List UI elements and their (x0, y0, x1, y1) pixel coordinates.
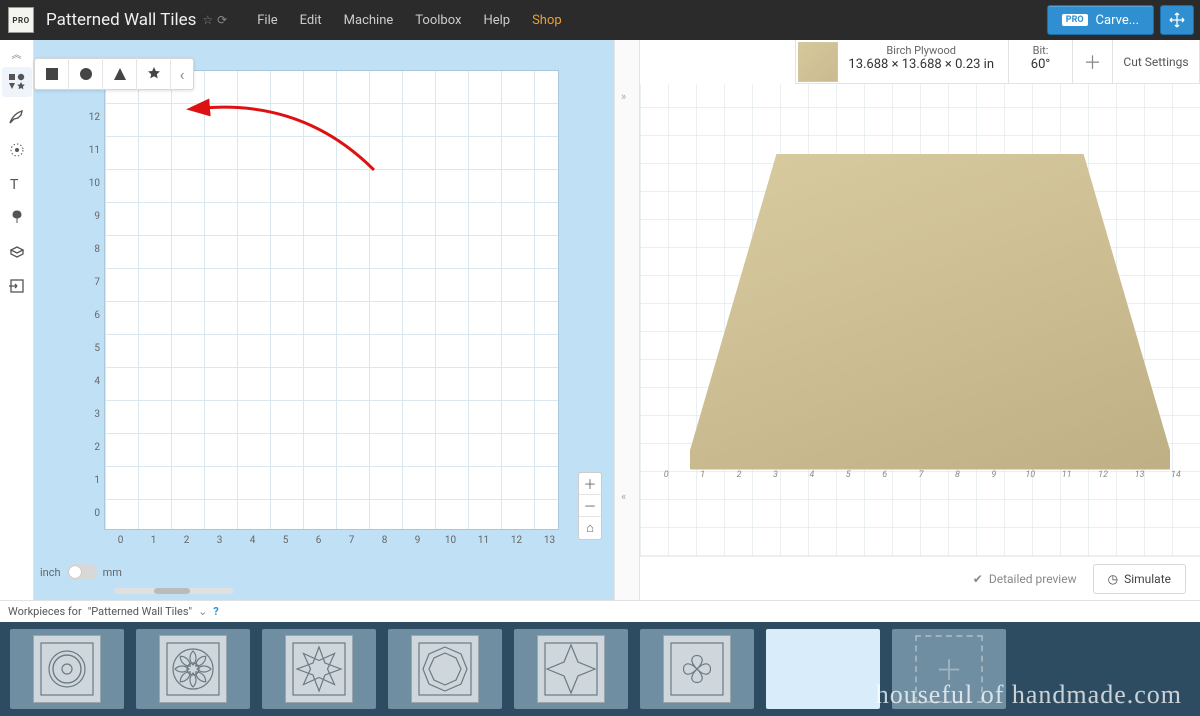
splitter-grip-top[interactable]: » (621, 90, 626, 103)
material-text[interactable]: Birch Plywood 13.688 × 13.688 × 0.23 in (840, 40, 1009, 83)
main-menus: File Edit Machine Toolbox Help Shop (257, 13, 561, 28)
shape-square[interactable] (35, 58, 69, 90)
collapse-rail-icon[interactable]: ︽ (0, 44, 33, 65)
shape-flyout-collapse[interactable]: ‹ (171, 65, 193, 84)
zoom-controls: ＋ － ⌂ (578, 472, 602, 540)
ruler-x: 012345678910111213 (104, 535, 574, 546)
simulate-button[interactable]: ◷ Simulate (1093, 564, 1186, 594)
bit-value: 60° (1009, 57, 1072, 72)
material-swatch[interactable] (798, 42, 838, 82)
bit-label: Bit: (1009, 44, 1072, 57)
work-area: ︽ T ‹ 0123456789101112 (0, 40, 1200, 600)
splitter-grip-bottom[interactable]: « (621, 490, 626, 503)
pen-tool[interactable] (2, 101, 32, 131)
zoom-home-button[interactable]: ⌂ (579, 517, 601, 539)
menu-machine[interactable]: Machine (344, 13, 394, 28)
preview-axis-x: 01234567891011121314 (648, 470, 1194, 486)
bit-info[interactable]: Bit: 60° (1009, 40, 1073, 83)
svg-text:T: T (10, 177, 19, 193)
zoom-out-button[interactable]: － (579, 495, 601, 517)
menu-shop[interactable]: Shop (532, 13, 562, 28)
unit-toggle-pill[interactable] (67, 564, 97, 580)
project-title[interactable]: Patterned Wall Tiles ☆ ⟳ (46, 10, 227, 30)
blocks-tool[interactable] (2, 237, 32, 267)
apps-tool[interactable] (2, 203, 32, 233)
menu-toolbox[interactable]: Toolbox (415, 13, 461, 28)
drill-tool[interactable] (2, 135, 32, 165)
pane-splitter[interactable]: » « (614, 40, 640, 600)
shape-triangle[interactable] (103, 58, 137, 90)
design-grid[interactable] (104, 70, 559, 530)
carve-button[interactable]: PRO Carve... (1047, 5, 1154, 35)
canvas-scrollbar[interactable] (114, 588, 234, 594)
top-menubar: PRO Patterned Wall Tiles ☆ ⟳ File Edit M… (0, 0, 1200, 40)
menu-edit[interactable]: Edit (300, 13, 322, 28)
workpiece-tile-6[interactable] (640, 629, 754, 709)
preview-pane: Birch Plywood 13.688 × 13.688 × 0.23 in … (640, 40, 1200, 600)
simulate-label: Simulate (1124, 572, 1171, 586)
sync-icon: ⟳ (217, 13, 227, 27)
menu-help[interactable]: Help (483, 13, 510, 28)
import-tool[interactable] (2, 271, 32, 301)
check-icon: ✔ (973, 572, 983, 586)
workpiece-tile-4[interactable] (388, 629, 502, 709)
preview-3d-viewport[interactable]: 01234567891011121314 (640, 84, 1200, 556)
material-slab (690, 154, 1170, 476)
unit-inch-label: inch (40, 566, 61, 579)
add-bit-button[interactable]: ＋ (1073, 40, 1113, 83)
pro-badge: PRO (1062, 14, 1088, 26)
workpiece-tile-2[interactable] (136, 629, 250, 709)
clock-icon: ◷ (1108, 572, 1118, 586)
material-info-strip: Birch Plywood 13.688 × 13.688 × 0.23 in … (795, 40, 1200, 84)
shapes-tool[interactable] (2, 67, 32, 97)
favorite-icon[interactable]: ☆ (202, 13, 213, 27)
workpiece-tile-1[interactable] (10, 629, 124, 709)
workpieces-prefix: Workpieces for (8, 605, 82, 618)
zoom-in-button[interactable]: ＋ (579, 473, 601, 495)
ruler-y: 012345678910111213 (82, 62, 100, 530)
menu-file[interactable]: File (257, 13, 277, 28)
material-dims: 13.688 × 13.688 × 0.23 in (848, 57, 994, 72)
watermark-text: houseful of handmade.com (876, 680, 1182, 710)
material-name: Birch Plywood (848, 44, 994, 57)
carve-label: Carve... (1096, 13, 1139, 28)
shape-star[interactable] (137, 58, 171, 90)
shape-circle[interactable] (69, 58, 103, 90)
app-logo[interactable]: PRO (8, 7, 34, 33)
help-icon[interactable]: ? (213, 605, 218, 618)
pan-button[interactable] (1160, 5, 1194, 35)
workpiece-tile-selected-blank[interactable] (766, 629, 880, 709)
chevron-down-icon[interactable]: ⌄ (198, 605, 207, 618)
workpieces-name: "Patterned Wall Tiles" (88, 605, 192, 618)
shape-flyout: ‹ (34, 58, 194, 90)
preview-footer: ✔ Detailed preview ◷ Simulate (640, 556, 1200, 600)
unit-mm-label: mm (103, 566, 122, 579)
workpieces-header[interactable]: Workpieces for "Patterned Wall Tiles" ⌄ … (0, 600, 1200, 622)
unit-toggle[interactable]: inch mm (40, 564, 122, 580)
cut-settings-button[interactable]: Cut Settings (1113, 40, 1199, 83)
workpiece-tile-3[interactable] (262, 629, 376, 709)
tool-rail: ︽ T (0, 40, 34, 600)
workpieces-strip: ＋ houseful of handmade.com (0, 622, 1200, 716)
workpiece-tile-5[interactable] (514, 629, 628, 709)
text-tool[interactable]: T (2, 169, 32, 199)
design-canvas-pane: 012345678910111213 012345678910111213 in… (34, 40, 614, 600)
detailed-preview-toggle[interactable]: ✔ Detailed preview (973, 572, 1077, 586)
detailed-label: Detailed preview (989, 572, 1077, 586)
project-title-text: Patterned Wall Tiles (46, 10, 196, 30)
